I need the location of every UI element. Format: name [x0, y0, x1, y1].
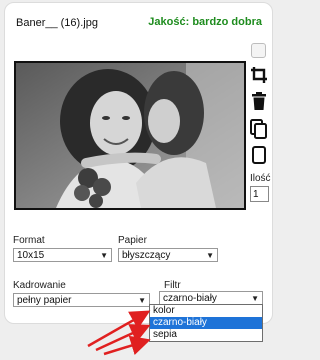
copy-icon[interactable] [249, 119, 269, 139]
cropping-select[interactable]: pełny papier ▼ [13, 293, 150, 307]
photo-order-card: Baner__ (16).jpg Jakość: bardzo dobra Il… [4, 2, 273, 324]
file-name: Baner__ (16).jpg [16, 17, 98, 29]
quality-indicator: Jakość: bardzo dobra [148, 16, 262, 28]
format-select[interactable]: 10x15 ▼ [13, 248, 112, 262]
paper-select[interactable]: błyszczący ▼ [118, 248, 218, 262]
crop-icon[interactable] [249, 65, 269, 85]
dropdown-arrow-icon: ▼ [100, 251, 108, 260]
cropping-label: Kadrowanie [13, 280, 66, 291]
dropdown-arrow-icon: ▼ [206, 251, 214, 260]
filter-label: Filtr [164, 280, 181, 291]
paper-label: Papier [118, 235, 147, 246]
paper-value: błyszczący [122, 250, 171, 261]
filter-dropdown-list: kolor czarno-biały sepia [149, 304, 263, 342]
photo-preview[interactable] [14, 61, 246, 210]
filter-option-sepia[interactable]: sepia [150, 329, 262, 341]
annotation-arrow [95, 324, 151, 352]
quantity-label: Ilość [250, 173, 271, 184]
filter-value: czarno-biały [163, 293, 217, 304]
filter-option-kolor[interactable]: kolor [150, 305, 262, 317]
format-label: Format [13, 235, 45, 246]
filter-option-czarno-bialy[interactable]: czarno-biały [150, 317, 262, 329]
dropdown-arrow-icon: ▼ [138, 296, 146, 305]
annotation-arrow [103, 335, 151, 356]
photo-image [16, 63, 244, 208]
select-photo-checkbox[interactable] [251, 43, 266, 58]
trash-icon[interactable] [249, 91, 269, 111]
quantity-input[interactable] [250, 186, 269, 202]
dropdown-arrow-icon: ▼ [251, 294, 259, 303]
filter-select[interactable]: czarno-biały ▼ [159, 291, 263, 305]
cropping-value: pełny papier [17, 295, 72, 306]
format-value: 10x15 [17, 250, 45, 261]
portrait-orientation-icon[interactable] [249, 145, 269, 165]
